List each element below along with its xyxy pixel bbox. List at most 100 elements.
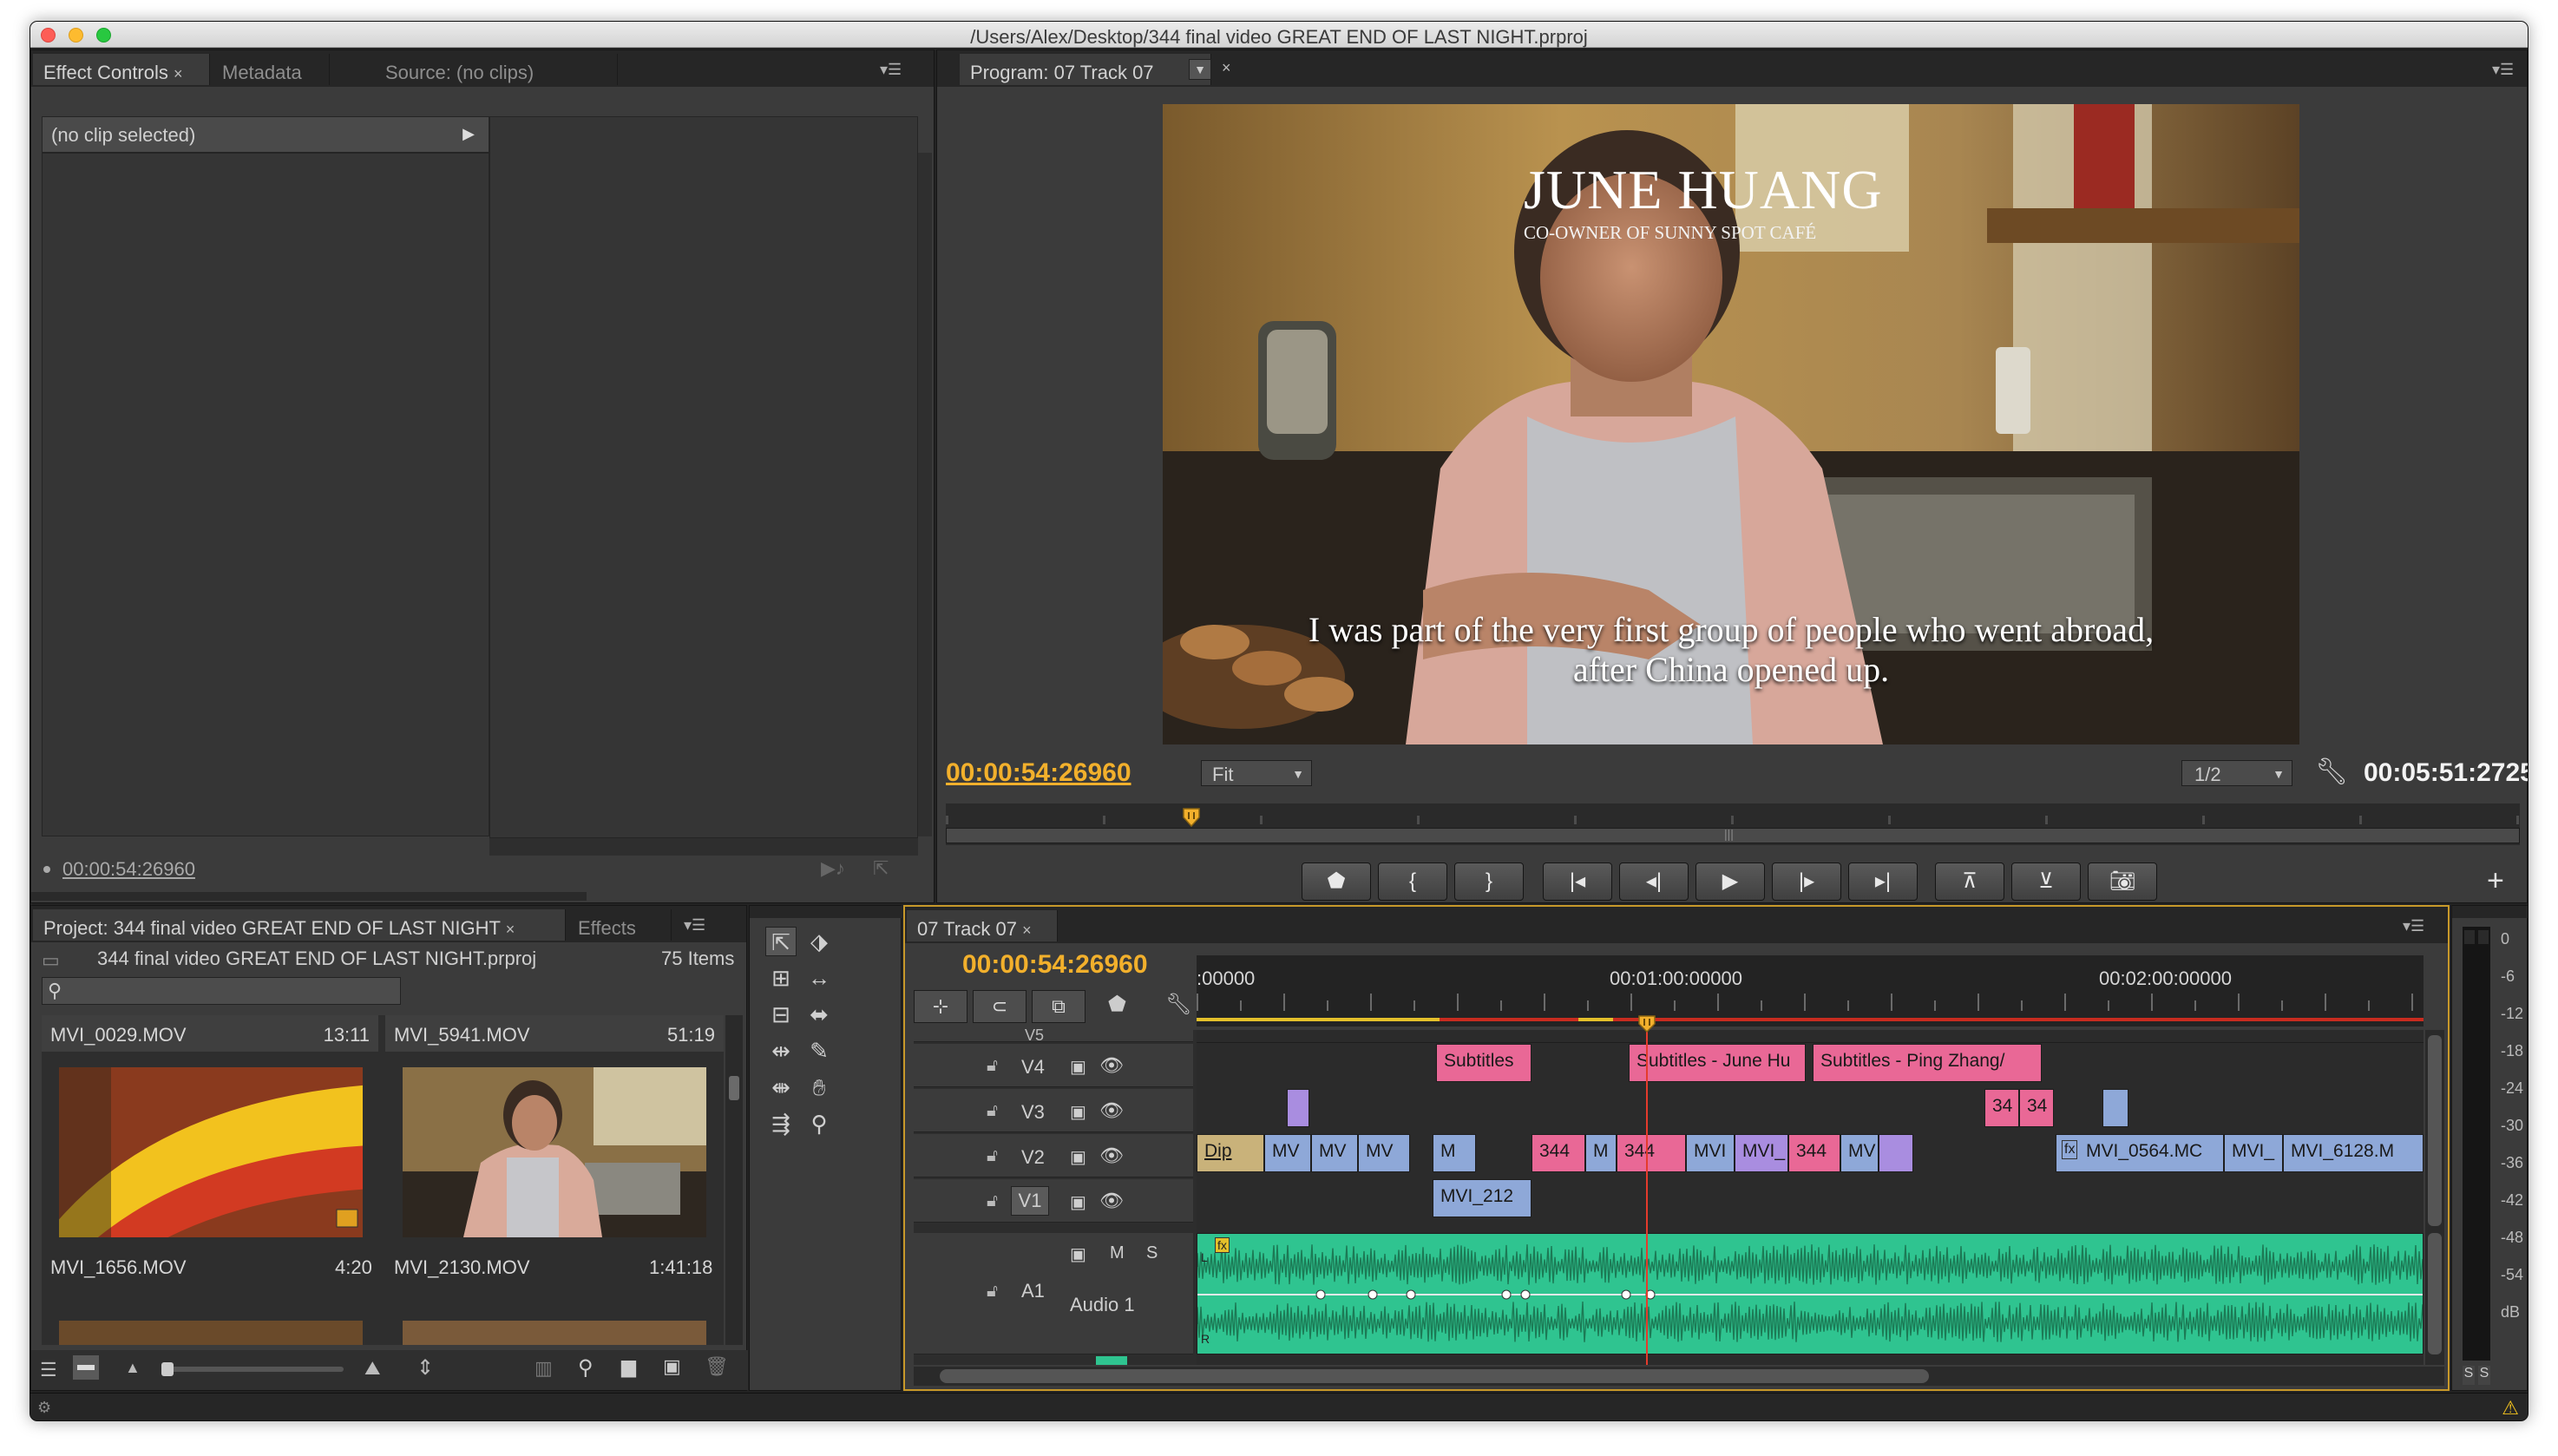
zoom-out-icon[interactable]: ▲ — [125, 1359, 141, 1377]
solo-right-button[interactable]: S — [2478, 1366, 2490, 1385]
mark-in-button[interactable]: { — [1378, 862, 1447, 901]
volume-keyframe[interactable] — [1315, 1289, 1326, 1300]
automate-icon[interactable]: ▥ — [535, 1357, 553, 1380]
lock-icon[interactable]: 🔓︎ — [987, 1101, 998, 1121]
ripple-edit-tool-icon[interactable]: ⊞ — [765, 963, 797, 993]
tab-effect-controls[interactable]: Effect Controls × — [33, 54, 210, 85]
selection-tool-icon[interactable]: ⇱ — [765, 927, 797, 956]
step-forward-button[interactable]: |▸ — [1772, 862, 1841, 901]
go-to-in-button[interactable]: |◂ — [1543, 862, 1612, 901]
clip-m[interactable]: M — [1433, 1134, 1476, 1172]
clip-v3-blue[interactable] — [2102, 1089, 2128, 1127]
go-to-out-button[interactable]: ▸| — [1848, 862, 1918, 901]
track-target-indicator[interactable] — [1096, 1356, 1127, 1365]
clip-mvi-212[interactable]: MVI_212 — [1433, 1179, 1532, 1217]
track-select-tool-icon[interactable]: ⬗ — [803, 927, 835, 956]
clip-m[interactable]: M — [1585, 1134, 1617, 1172]
track-header-v3[interactable]: 🔓︎ V3 ▣ 👁︎ — [914, 1089, 1193, 1132]
clip-mvi-0564[interactable]: fx MVI_0564.MC — [2056, 1134, 2224, 1172]
slider-handle[interactable] — [161, 1362, 174, 1376]
program-mini-ruler[interactable]: ||| — [946, 803, 2520, 845]
sort-icon[interactable]: ⇕ — [416, 1355, 434, 1381]
clip-mvi[interactable]: MVI_ — [1735, 1134, 1788, 1172]
export-icon[interactable]: ⇱ — [873, 857, 889, 880]
program-playhead[interactable] — [1182, 807, 1201, 828]
hand-tool-icon[interactable]: ✋︎ — [803, 1072, 835, 1102]
timeline-ruler[interactable]: :00000 00:01:00:00000 00:02:00:00000 — [1197, 955, 2424, 1026]
track-header-v2[interactable]: 🔓︎ V2 ▣ 👁︎ — [914, 1134, 1193, 1177]
clip-v2-purple[interactable] — [1879, 1134, 1913, 1172]
export-frame-button[interactable]: 📷︎ — [2088, 862, 2157, 901]
clip-mv[interactable]: MV — [1311, 1134, 1358, 1172]
zoom-in-icon[interactable]: ⛰ — [364, 1357, 380, 1380]
warning-icon[interactable]: ⚠︎ — [2502, 1397, 2519, 1420]
project-search-input[interactable]: ⚲ — [42, 977, 401, 1005]
clip-mv[interactable]: MV — [1840, 1134, 1879, 1172]
track-header-v4[interactable]: 🔓︎ V4 ▣ 👁︎ — [914, 1044, 1193, 1087]
clip-344[interactable]: 344 — [1788, 1134, 1840, 1172]
track-header-v1[interactable]: 🔓︎ V1 ▣ 👁︎ — [914, 1179, 1193, 1223]
close-tab-icon[interactable]: × — [1022, 921, 1032, 939]
step-back-button[interactable]: ◂| — [1619, 862, 1689, 901]
timeline-playhead-line[interactable] — [1645, 1018, 1648, 1365]
close-tab-icon[interactable]: × — [174, 65, 183, 82]
find-icon[interactable]: ⚲ — [578, 1355, 594, 1381]
film-icon[interactable]: ▣ — [1070, 1146, 1086, 1168]
linked-selection-icon[interactable]: ⧉ — [1032, 990, 1086, 1023]
tab-sequence[interactable]: 07 Track 07 × — [907, 910, 1058, 941]
lock-icon[interactable]: 🔓︎ — [987, 1056, 998, 1076]
solo-button[interactable]: S — [1146, 1243, 1158, 1263]
mute-button[interactable]: M — [1110, 1243, 1125, 1263]
effect-timecode[interactable]: 00:00:54:26960 — [62, 860, 195, 879]
add-marker-button[interactable]: ⬟ — [1302, 862, 1371, 901]
effect-scrollbar[interactable] — [918, 153, 932, 836]
lock-icon[interactable]: 🔓︎ — [987, 1282, 998, 1302]
film-icon[interactable]: ▣ — [1070, 1101, 1086, 1123]
clip-v3-a[interactable]: 34 — [1984, 1089, 2019, 1127]
thumbnail-partial[interactable] — [403, 1321, 706, 1345]
panel-menu-icon[interactable]: ▾☰ — [880, 61, 902, 78]
timeline-timecode[interactable]: 00:00:54:26960 — [962, 950, 1148, 980]
project-scroll-thumb[interactable] — [729, 1076, 739, 1100]
resolution-select[interactable]: 1/2 ▼ — [2181, 760, 2292, 786]
clip-v3-b[interactable]: 34 — [2019, 1089, 2054, 1127]
audio-clip-a1[interactable]: LR fx — [1197, 1233, 2424, 1354]
close-tab-icon[interactable]: × — [506, 921, 515, 938]
project-item-header[interactable]: MVI_5941.MOV 51:19 — [385, 1015, 724, 1052]
razor-tool-icon[interactable]: ⬌ — [803, 1000, 835, 1029]
eye-icon[interactable]: 👁︎ — [1099, 1099, 1124, 1122]
panel-menu-icon[interactable]: ▾☰ — [684, 916, 706, 934]
clip-mv[interactable]: MV — [1358, 1134, 1410, 1172]
project-scrollbar[interactable] — [725, 1015, 743, 1345]
expand-arrow-icon[interactable]: ▶ — [462, 125, 475, 143]
extract-button[interactable]: ⊻ — [2011, 862, 2081, 901]
new-item-icon[interactable]: ▣ — [663, 1355, 681, 1378]
project-item-header[interactable]: MVI_0029.MOV 13:11 — [42, 1015, 378, 1052]
clip-selector[interactable]: (no clip selected) ▶ — [42, 116, 489, 153]
rate-stretch-tool-icon[interactable]: ↔ — [803, 963, 835, 993]
rolling-edit-tool-icon[interactable]: ⊟ — [765, 1000, 797, 1029]
meter-clip-indicator[interactable] — [2478, 930, 2489, 944]
track-tool-icon[interactable]: ⇶ — [765, 1109, 797, 1138]
icon-view-icon[interactable]: ▬ — [73, 1355, 99, 1380]
timeline-playhead[interactable] — [1637, 1014, 1656, 1033]
slip-tool-icon[interactable]: ⇹ — [765, 1036, 797, 1066]
lift-button[interactable]: ⊼ — [1935, 862, 2004, 901]
wrench-icon[interactable]: 🔧︎ — [2315, 757, 2348, 787]
eye-icon[interactable]: 👁︎ — [1099, 1144, 1124, 1167]
timeline-vscroll-thumb[interactable] — [2428, 1035, 2442, 1226]
zoom-tool-icon[interactable]: ⚲ — [803, 1109, 835, 1138]
status-icon[interactable]: ⚙︎ — [37, 1399, 51, 1417]
lock-icon[interactable]: 🔓︎ — [987, 1191, 998, 1211]
add-button-icon[interactable]: + — [2487, 864, 2504, 898]
tab-effects[interactable]: Effects — [567, 909, 672, 941]
insert-sequence-icon[interactable]: ⊹ — [914, 990, 967, 1023]
audio-icon[interactable]: ▶♪ — [821, 857, 845, 880]
clip-mv[interactable]: MV — [1264, 1134, 1311, 1172]
pen-tool-icon[interactable]: ✎ — [803, 1036, 835, 1066]
program-current-timecode[interactable]: 00:00:54:26960 — [946, 758, 1131, 788]
clip-v3-small[interactable] — [1287, 1089, 1309, 1127]
snap-icon[interactable]: ⊂ — [973, 990, 1026, 1023]
volume-keyframe[interactable] — [1520, 1289, 1531, 1300]
timeline-settings-icon[interactable]: 🔧︎ — [1165, 992, 1191, 1017]
